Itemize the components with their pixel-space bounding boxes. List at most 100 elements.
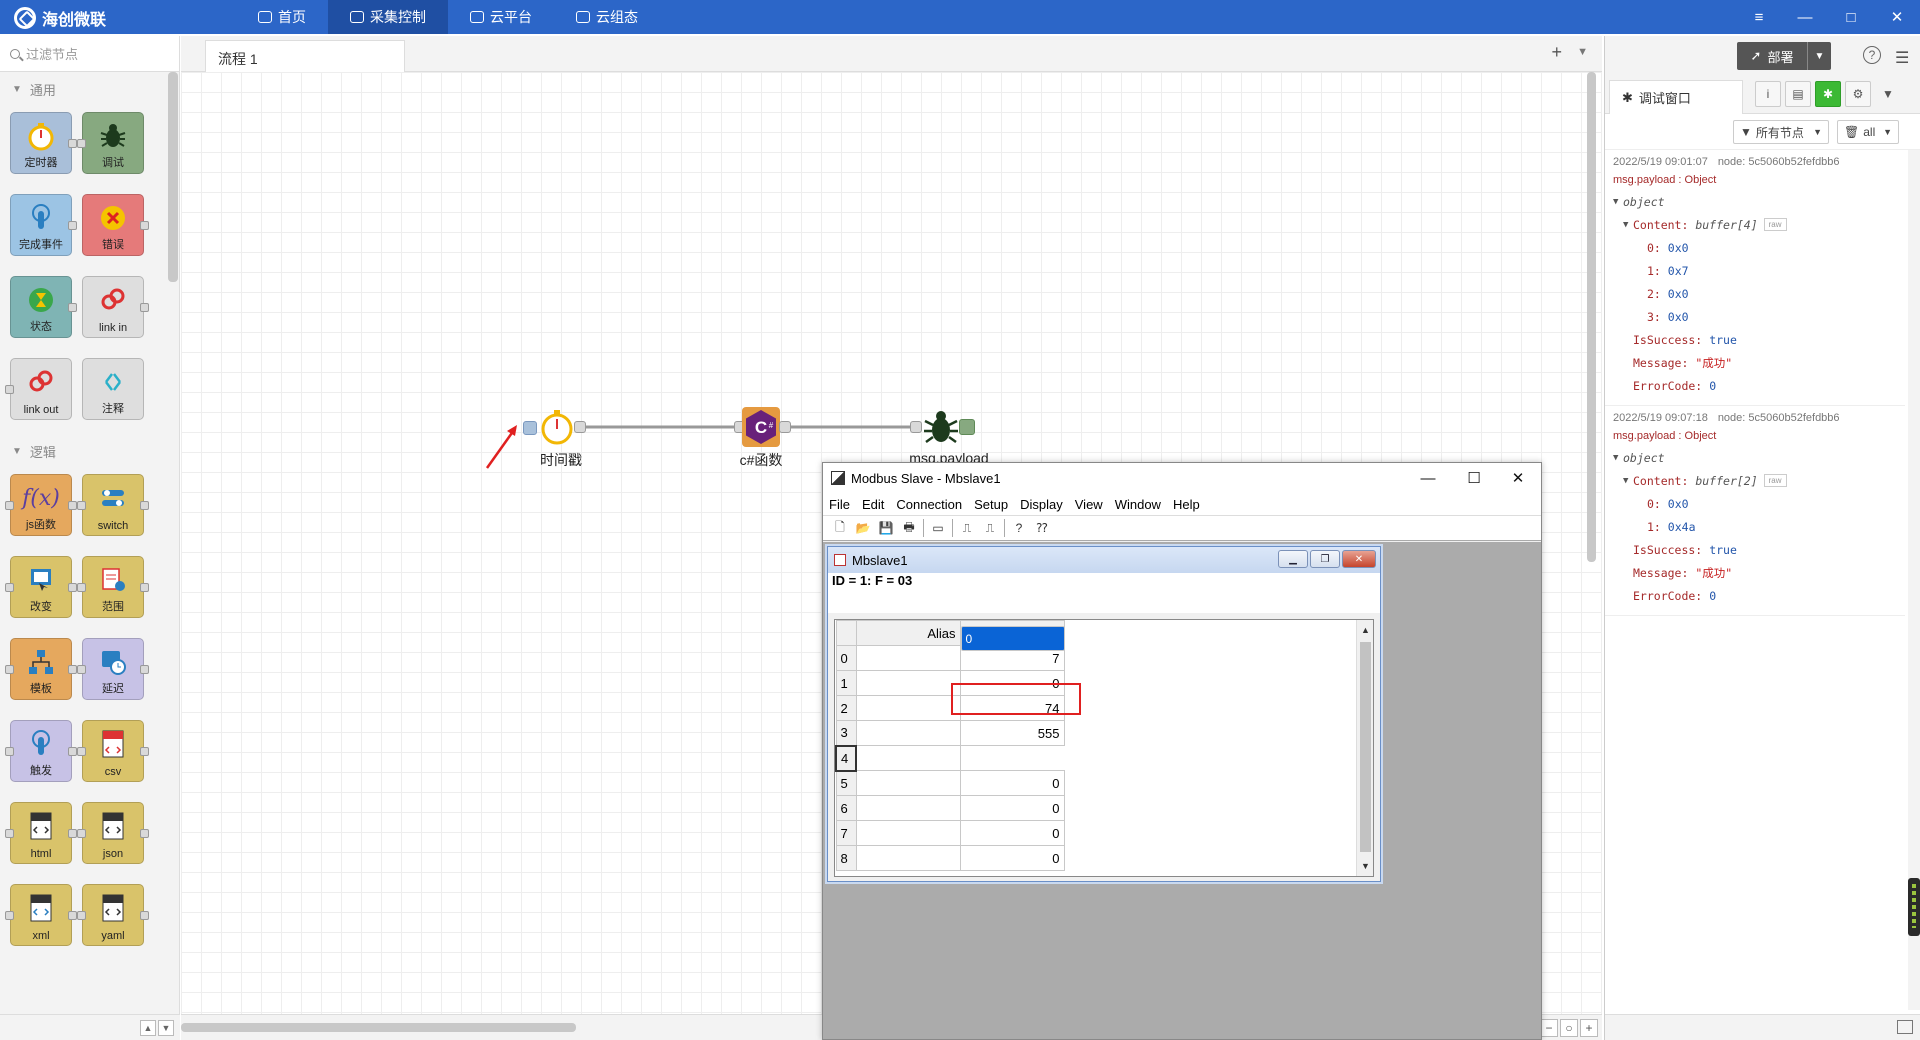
register-value-cell-selected[interactable]: 0 [960,626,1065,651]
palette-node-html[interactable]: html [5,802,77,864]
input-port[interactable] [77,747,86,756]
debug-toggle-button[interactable] [959,419,975,435]
clear-messages-select[interactable]: 🗑 all ▼ [1837,120,1899,144]
connect-icon[interactable]: ⎍ [958,519,976,537]
minimize-button[interactable]: — [1782,0,1828,34]
scroll-thumb[interactable] [1360,642,1371,852]
alias-cell[interactable] [855,770,961,796]
flow-list-dropdown[interactable]: ▼ [1577,46,1588,58]
tab-flow-1[interactable]: 流程 1 [205,40,405,72]
alias-cell[interactable] [855,670,961,696]
palette-node-change[interactable]: 改变 [5,556,77,618]
raw-toggle-button[interactable]: raw [1763,218,1787,231]
csharp-icon[interactable]: C # [741,406,781,448]
tab-debug-window[interactable]: ✱ 调试窗口 [1609,80,1743,114]
palette-node-error[interactable]: 错误 [82,194,149,256]
side-grip-handle[interactable] [1908,878,1920,936]
tree-content[interactable]: ▼ Content: buffer[2] raw [1613,469,1897,492]
palette-node-comment[interactable]: 注释 [82,358,144,420]
zoom-in-button[interactable]: + [1580,1019,1598,1037]
zoom-reset-button[interactable]: ○ [1560,1019,1578,1037]
register-value-cell[interactable]: 555 [959,720,1065,746]
message-node-id[interactable]: node: 5c5060b52fefdbb6 [1718,156,1840,168]
alias-cell[interactable] [855,645,961,671]
palette-node-trigger[interactable]: 触发 [5,720,77,782]
context-help-icon[interactable]: ⁇ [1033,519,1051,537]
message-node-id[interactable]: node: 5c5060b52fefdbb6 [1718,412,1840,424]
debug-tab-button[interactable]: ✱ [1815,81,1841,107]
output-port[interactable] [68,221,77,230]
alias-cell[interactable] [855,820,961,846]
input-port[interactable] [5,583,14,592]
register-value-cell[interactable]: 0 [959,820,1065,846]
input-port[interactable] [5,911,14,920]
input-port[interactable] [77,139,86,148]
input-port[interactable] [77,501,86,510]
menu-display[interactable]: Display [1020,497,1063,512]
deploy-options-dropdown[interactable]: ▼ [1807,42,1831,70]
output-port[interactable] [68,303,77,312]
bug-icon[interactable] [921,406,961,448]
child-close-button[interactable]: ✕ [1342,550,1376,568]
alias-cell[interactable] [855,795,961,821]
info-tab-button[interactable]: i [1755,81,1781,107]
settings-tab-button[interactable]: ⚙ [1845,81,1871,107]
register-value-cell[interactable]: 0 [959,795,1065,821]
alias-cell[interactable] [855,845,961,871]
window-icon[interactable]: ▭ [929,519,947,537]
alias-cell[interactable] [855,695,961,721]
output-port[interactable] [68,583,77,592]
popout-icon[interactable] [1897,1020,1913,1034]
child-minimize-button[interactable]: ▁ [1278,550,1308,568]
palette-filter-input[interactable]: 过滤节点 [0,36,179,72]
palette-node-status[interactable]: 状态 [10,276,77,338]
nav-collect-control[interactable]: 采集控制 [328,0,448,34]
register-value-cell[interactable]: 0 [959,845,1065,871]
output-port[interactable] [68,911,77,920]
output-port[interactable] [68,501,77,510]
tree-root[interactable]: ▼ object [1613,446,1897,469]
category-common[interactable]: ▼ 通用 [0,72,179,106]
output-port[interactable] [140,747,149,756]
add-flow-button[interactable]: + [1551,42,1562,63]
grid-vertical-scrollbar[interactable]: ▲ ▼ [1356,620,1373,876]
save-icon[interactable]: 💾 [877,519,895,537]
menu-connection[interactable]: Connection [896,497,962,512]
palette-node-link-in[interactable]: link in [82,276,149,338]
disconnect-icon[interactable]: ⎍ [981,519,999,537]
scroll-down-arrow[interactable]: ▼ [1357,858,1373,874]
nav-cloud-scada[interactable]: 云组态 [554,0,660,34]
output-port[interactable] [140,501,149,510]
scroll-up-arrow[interactable]: ▲ [1357,622,1373,638]
output-port[interactable] [68,139,77,148]
palette-node-xml[interactable]: xml [5,884,77,946]
inject-button[interactable] [523,421,537,435]
output-port[interactable] [68,747,77,756]
raw-toggle-button[interactable]: raw [1763,474,1787,487]
output-port[interactable] [140,303,149,312]
input-port[interactable] [77,911,86,920]
palette-node-js-function[interactable]: f(x) js函数 [5,474,77,536]
collapse-all-button[interactable]: ▲ [140,1019,156,1036]
expand-all-button[interactable]: ▼ [158,1019,174,1036]
maximize-button[interactable]: □ [1828,0,1874,34]
deploy-button[interactable]: ➚ 部署 ▼ [1737,42,1831,70]
modbus-maximize-button[interactable]: ☐ [1451,463,1497,493]
input-port[interactable] [5,829,14,838]
zoom-out-button[interactable]: − [1540,1019,1558,1037]
modbus-slave-window[interactable]: Modbus Slave - Mbslave1 — ☐ ✕ File Edit … [822,462,1542,1040]
register-grid[interactable]: Alias 00000 07 10 274 3555 40 50 60 70 8… [834,619,1374,877]
stopwatch-icon[interactable] [539,408,575,446]
input-port[interactable] [77,829,86,838]
child-title-bar[interactable]: Mbslave1 ▁ ❐ ✕ [828,547,1380,573]
book-tab-button[interactable]: ▤ [1785,81,1811,107]
tree-root[interactable]: ▼ object [1613,190,1897,213]
output-port[interactable] [68,665,77,674]
alias-cell[interactable] [855,745,961,771]
palette-node-debug[interactable]: 调试 [77,112,144,174]
input-port[interactable] [77,583,86,592]
help-icon[interactable]: ? [1863,46,1881,64]
csharp-output-port[interactable] [779,421,791,433]
palette-node-template[interactable]: 模板 [5,638,77,700]
modbus-minimize-button[interactable]: — [1405,463,1451,493]
